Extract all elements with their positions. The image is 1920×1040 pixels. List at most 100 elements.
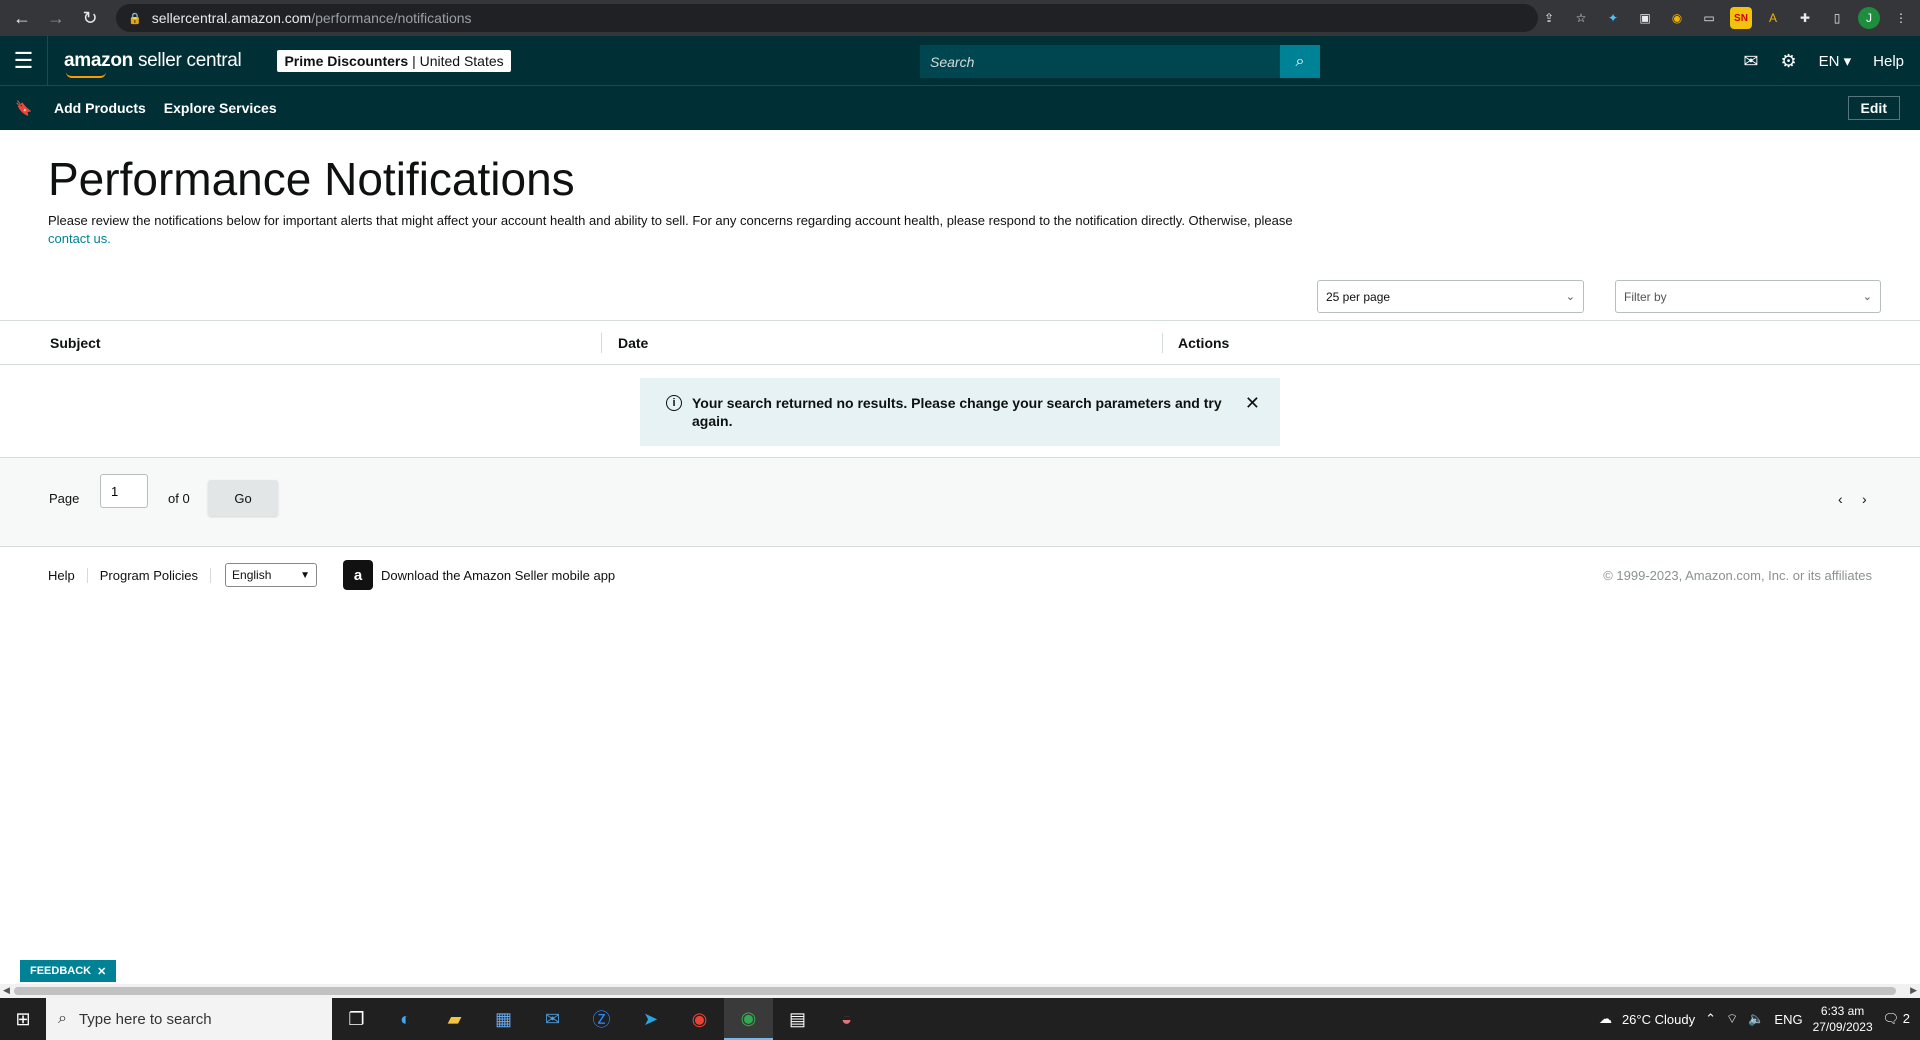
system-tray: ☁ 26°C Cloudy ⌃ ⌔ 🔈 ENG 6:33 am 27/09/20… xyxy=(1599,1003,1920,1035)
chevron-left-icon[interactable]: ‹ xyxy=(1838,491,1843,507)
clock-time: 6:33 am xyxy=(1820,1004,1865,1018)
column-divider xyxy=(601,333,602,353)
share-icon[interactable]: ⇪ xyxy=(1538,7,1560,29)
puzzle-icon[interactable]: ✚ xyxy=(1794,7,1816,29)
seller-central-logo[interactable]: amazon seller central xyxy=(64,49,242,78)
url-path: /performance/notifications xyxy=(311,10,472,26)
chrome-icon[interactable]: ◉ xyxy=(675,998,724,1040)
copyright-text: © 1999-2023, Amazon.com, Inc. or its aff… xyxy=(1603,567,1872,583)
account-region: | United States xyxy=(412,52,504,69)
close-icon[interactable]: ✕ xyxy=(97,965,106,978)
no-results-alert: i Your search returned no results. Pleas… xyxy=(640,378,1280,446)
sidepanel-icon[interactable]: ▯ xyxy=(1826,7,1848,29)
forward-icon[interactable]: → xyxy=(42,4,70,32)
column-subject[interactable]: Subject xyxy=(50,335,101,351)
notifications-table: Subject Date Actions i Your search retur… xyxy=(0,320,1920,458)
chrome-active-icon[interactable]: ◉ xyxy=(724,998,773,1040)
scroll-right-icon[interactable]: ▶ xyxy=(1910,985,1917,996)
logo-brand: amazon xyxy=(64,49,133,71)
zoom-icon[interactable]: Ⓩ xyxy=(577,998,626,1040)
address-bar[interactable]: 🔒 sellercentral.amazon.com/performance/n… xyxy=(116,4,1538,32)
file-explorer-icon[interactable]: ▰ xyxy=(430,998,479,1040)
language-selector[interactable]: EN ▾ xyxy=(1819,52,1852,70)
footer-language-value: English xyxy=(232,568,272,582)
back-icon[interactable]: ← xyxy=(8,4,36,32)
footer-language-select[interactable]: English ▼ xyxy=(225,563,318,587)
edit-button[interactable]: Edit xyxy=(1847,96,1900,120)
footer-help-link[interactable]: Help xyxy=(48,567,88,583)
close-icon[interactable]: ✕ xyxy=(1245,394,1260,412)
wifi-icon[interactable]: ⌔ xyxy=(1726,1011,1738,1027)
search-button[interactable]: ⌕ xyxy=(1280,45,1320,78)
nav-add-products[interactable]: Add Products xyxy=(54,100,146,116)
search-icon: ⌕ xyxy=(58,1010,67,1027)
header-actions: ✉ ⚙ EN ▾ Help xyxy=(1743,36,1904,86)
extension-icon[interactable]: ✦ xyxy=(1602,7,1624,29)
reload-icon[interactable]: ↻ xyxy=(76,4,104,32)
help-link[interactable]: Help xyxy=(1873,53,1904,70)
calculator-icon[interactable]: ▤ xyxy=(773,998,822,1040)
account-switcher[interactable]: Prime Discounters | United States xyxy=(277,49,511,72)
taskbar-search-placeholder: Type here to search xyxy=(78,1010,212,1028)
app-icon[interactable]: ◒ xyxy=(822,998,871,1040)
input-language[interactable]: ENG xyxy=(1774,1012,1802,1027)
contact-us-link[interactable]: contact us. xyxy=(48,231,111,246)
info-icon: i xyxy=(666,395,682,411)
nav-explore-services[interactable]: Explore Services xyxy=(164,100,277,116)
image-extension-icon[interactable]: ▣ xyxy=(1634,7,1656,29)
notification-icon[interactable]: 🗨 2 xyxy=(1883,1011,1910,1027)
menu-dots-icon[interactable]: ⋮ xyxy=(1890,7,1912,29)
bookmark-icon[interactable]: 🔖 xyxy=(0,100,48,117)
per-page-select[interactable]: 25 per page ⌄ xyxy=(1317,280,1584,313)
clock-date: 27/09/2023 xyxy=(1812,1020,1873,1034)
filter-placeholder: Filter by xyxy=(1624,289,1667,304)
account-name: Prime Discounters xyxy=(284,52,409,69)
windows-start-icon[interactable]: ⊞ xyxy=(0,1009,46,1030)
hamburger-menu-icon[interactable]: ☰ xyxy=(0,35,48,86)
amazon-app-icon[interactable]: a xyxy=(343,560,374,590)
search-input[interactable] xyxy=(920,45,1280,78)
page-number-input[interactable] xyxy=(100,474,148,508)
chevron-right-icon[interactable]: › xyxy=(1862,491,1867,507)
edge-icon[interactable]: ◐ xyxy=(381,998,430,1040)
amazon-smile-icon xyxy=(66,72,106,78)
logo-product: seller central xyxy=(137,49,242,71)
sn-extension-icon[interactable]: SN xyxy=(1730,7,1752,29)
horizontal-scrollbar[interactable]: ◀ ▶ xyxy=(0,984,1920,998)
column-date[interactable]: Date xyxy=(618,335,648,351)
clock[interactable]: 6:33 am 27/09/2023 xyxy=(1813,1003,1873,1035)
mail-icon[interactable]: ✉ xyxy=(1743,51,1758,72)
filter-select[interactable]: Filter by ⌄ xyxy=(1615,280,1881,313)
page-total: of 0 xyxy=(168,491,190,506)
table-body: i Your search returned no results. Pleas… xyxy=(0,365,1920,457)
gear-icon[interactable]: ⚙ xyxy=(1780,51,1796,72)
windows-taskbar: ⊞ ⌕ Type here to search ❐ ◐ ▰ ▦ ✉ Ⓩ ➤ ◉ … xyxy=(0,998,1920,1040)
weather-text[interactable]: 26°C Cloudy xyxy=(1622,1012,1695,1027)
scrollbar-thumb[interactable] xyxy=(14,987,1896,995)
translate-extension-icon[interactable]: A xyxy=(1762,7,1784,29)
profile-avatar[interactable]: J xyxy=(1858,7,1880,29)
go-button[interactable]: Go xyxy=(208,480,278,516)
pagination: Page of 0 Go ‹ › xyxy=(0,458,1920,547)
intro-body: Please review the notifications below fo… xyxy=(48,213,1293,228)
task-view-icon[interactable]: ❐ xyxy=(332,998,381,1040)
browser-toolbar: ← → ↻ 🔒 sellercentral.amazon.com/perform… xyxy=(0,0,1920,36)
store-icon[interactable]: ▦ xyxy=(479,998,528,1040)
telegram-icon[interactable]: ➤ xyxy=(626,998,675,1040)
scroll-left-icon[interactable]: ◀ xyxy=(3,985,10,996)
volume-icon[interactable]: 🔈 xyxy=(1748,1011,1764,1027)
feedback-button[interactable]: FEEDBACK ✕ xyxy=(20,960,117,982)
star-icon[interactable]: ☆ xyxy=(1570,7,1592,29)
chevron-down-icon: ⌄ xyxy=(1862,291,1872,303)
off-extension-icon[interactable]: ▭ xyxy=(1698,7,1720,29)
column-actions: Actions xyxy=(1178,335,1230,351)
download-app-link[interactable]: Download the Amazon Seller mobile app xyxy=(381,568,615,583)
page-title: Performance Notifications xyxy=(48,153,575,205)
extensions-area: ⇪ ☆ ✦ ▣ ◉ ▭ SN A ✚ ▯ J ⋮ xyxy=(1538,7,1912,29)
chevron-up-icon[interactable]: ⌃ xyxy=(1705,1011,1716,1027)
mail-app-icon[interactable]: ✉ xyxy=(528,998,577,1040)
circle-extension-icon[interactable]: ◉ xyxy=(1666,7,1688,29)
program-policies-link[interactable]: Program Policies xyxy=(88,567,212,583)
taskbar-search[interactable]: ⌕ Type here to search xyxy=(46,998,332,1040)
bookmarks-nav: 🔖 Add Products Explore Services Edit xyxy=(0,86,1920,130)
